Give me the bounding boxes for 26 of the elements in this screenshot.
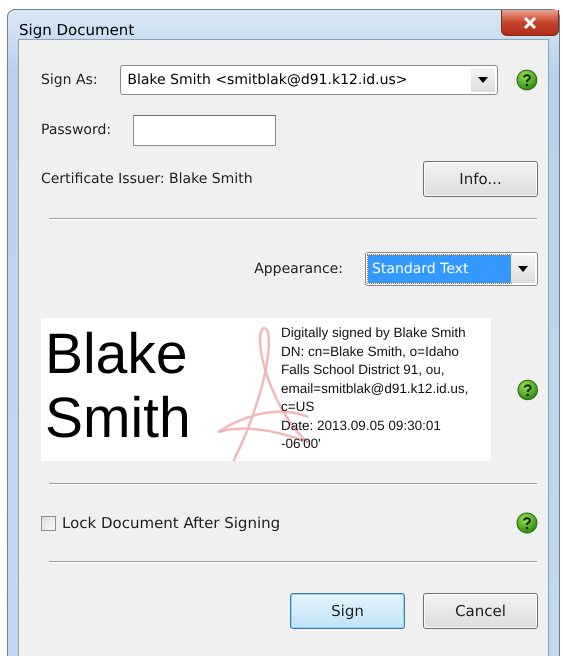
signature-detail-text: Digitally signed by Blake Smith [281,324,467,342]
signature-detail-text: Date: 2013.09.05 09:30:01 [281,416,442,434]
signature-detail-text: Falls School District 91, ou, [281,361,446,379]
signature-detail-text: c=US [281,398,316,416]
info-button[interactable]: Info... [423,161,538,197]
secondary-button[interactable]: Cancel [423,593,538,629]
certificate-issuer-text: Certificate Issuer: Blake Smith [41,171,253,187]
signature-detail-text: DN: cn=Blake Smith, o=Idaho [281,342,460,360]
caret-icon [478,77,488,83]
password-label: Password: [41,122,112,138]
close-icon [523,16,537,28]
window-title: Sign Document [19,21,134,39]
appearance-label: Appearance: [254,261,343,277]
signature-detail-text: email=smitblak@d91.k12.id.us, [281,380,468,398]
help-icon[interactable] [516,69,538,91]
password-field[interactable] [133,114,276,146]
primary-button[interactable]: Sign [290,593,405,629]
sign-as-dropdown[interactable]: Blake Smith <smitblak@d91.k12.id.us> [120,65,498,95]
signature-name: Smith [45,386,192,450]
signature-detail-text: -06'00' [281,435,322,453]
caret-icon [518,266,528,272]
signature-name: Blake [45,322,189,386]
sign-as-label: Sign As: [41,72,99,88]
help-icon[interactable] [516,378,538,400]
close-button[interactable] [501,10,559,36]
help-icon[interactable] [516,512,538,534]
